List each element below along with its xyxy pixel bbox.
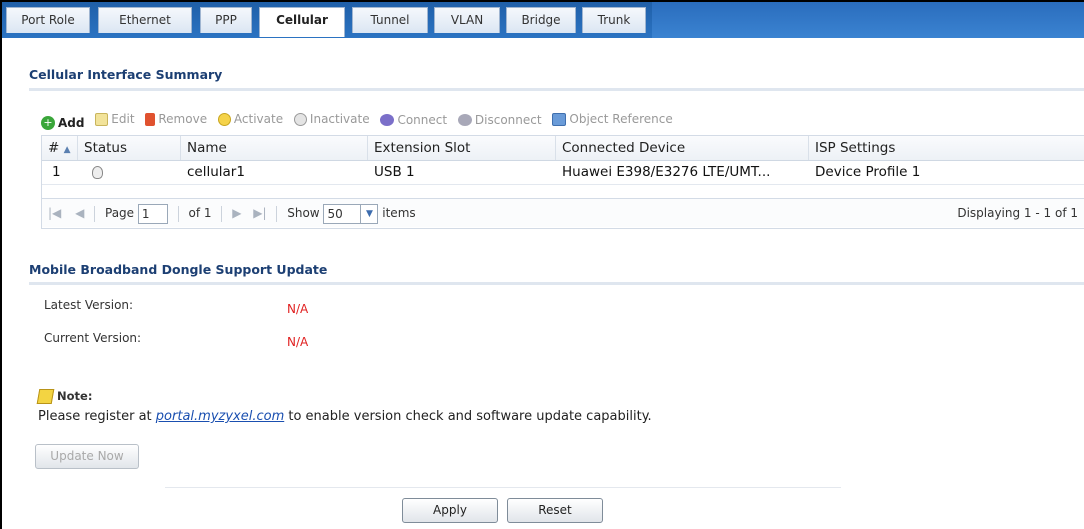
section-divider [29,282,1084,285]
tab-ethernet[interactable]: Ethernet [98,7,192,33]
tab-ppp[interactable]: PPP [200,7,252,33]
connected-device-cell: Huawei E398/E3276 LTE/UMT... [562,164,771,180]
add-button[interactable]: + Add [41,115,84,130]
reset-button[interactable]: Reset [507,498,603,523]
apply-button[interactable]: Apply [402,498,498,523]
extension-slot-cell: USB 1 [374,164,415,180]
latest-version-value: N/A [287,302,309,316]
pagination-bar: |◀ ◀ Page 1 of 1 ▶ ▶| Show 50 ▼ items Dis… [42,198,1084,227]
bulb-on-icon [217,112,231,126]
next-page-icon[interactable]: ▶ [232,206,241,220]
edit-button[interactable]: Edit [95,112,135,126]
column-header-number[interactable]: # ▲ [42,136,78,160]
table-row[interactable]: 1 cellular1 USB 1 Huawei E398/E3276 LTE/… [42,160,1084,185]
pencil-icon [95,112,109,126]
page-size-select[interactable]: 50 [323,203,362,224]
sort-ascending-icon: ▲ [63,145,71,155]
activate-button[interactable]: Activate [217,112,283,126]
connect-button[interactable]: Connect [380,113,447,127]
dongle-update-title: Mobile Broadband Dongle Support Update [29,262,328,277]
column-header-name[interactable]: Name [181,136,368,160]
tab-cellular[interactable]: Cellular [259,7,345,37]
toolbar: + Add Edit Remove Activate Inactivate Co… [41,112,680,130]
note-heading: Note: [36,389,92,404]
tab-bar: Port Role Ethernet PPP Cellular Tunnel V… [2,2,1084,38]
cellular-interface-table: # ▲ Status Name Extension Slot Connected… [41,135,1084,229]
status-cell [78,160,181,184]
chevron-down-icon[interactable]: ▼ [361,203,379,224]
note-text: Please register at portal.myzyxel.com to… [38,409,652,424]
column-header-connected-device[interactable]: Connected Device [556,136,809,160]
current-version-label: Current Version: [44,331,142,345]
isp-settings-cell: Device Profile 1 [815,164,921,180]
page-number-input[interactable]: 1 [137,203,168,224]
row-number: 1 [52,164,61,180]
name-cell: cellular1 [187,164,245,180]
bulb-off-icon [92,165,103,179]
disconnect-button[interactable]: Disconnect [457,113,542,127]
object-reference-button[interactable]: Object Reference [552,112,673,126]
first-page-icon[interactable]: |◀ [48,206,61,220]
footer-divider [165,487,841,488]
latest-version-label: Latest Version: [44,298,134,312]
column-header-isp-settings[interactable]: ISP Settings [809,136,1084,160]
column-header-extension-slot[interactable]: Extension Slot [368,136,556,160]
previous-page-icon[interactable]: ◀ [75,206,84,220]
connect-icon [380,113,395,126]
inactivate-button[interactable]: Inactivate [293,112,370,126]
tab-port-role[interactable]: Port Role [6,7,90,33]
column-header-status[interactable]: Status [78,136,181,160]
tab-bridge[interactable]: Bridge [506,7,576,33]
last-page-icon[interactable]: ▶| [253,206,266,220]
object-reference-icon [552,112,567,126]
plus-icon: + [41,115,55,130]
update-now-button[interactable]: Update Now [35,444,139,469]
tab-vlan[interactable]: VLAN [434,7,500,33]
current-version-value: N/A [287,335,309,349]
disconnect-icon [457,113,472,126]
note-icon [36,389,55,404]
section-divider [29,88,1084,91]
trash-icon [145,112,156,126]
tab-trunk[interactable]: Trunk [582,7,646,33]
displaying-count: Displaying 1 - 1 of 1 [957,206,1078,220]
table-header: # ▲ Status Name Extension Slot Connected… [42,136,1084,161]
portal-link[interactable]: portal.myzyxel.com [156,409,284,424]
bulb-off-icon [293,112,307,126]
remove-button[interactable]: Remove [145,112,207,126]
cellular-summary-title: Cellular Interface Summary [29,67,223,82]
tab-tunnel[interactable]: Tunnel [352,7,428,33]
